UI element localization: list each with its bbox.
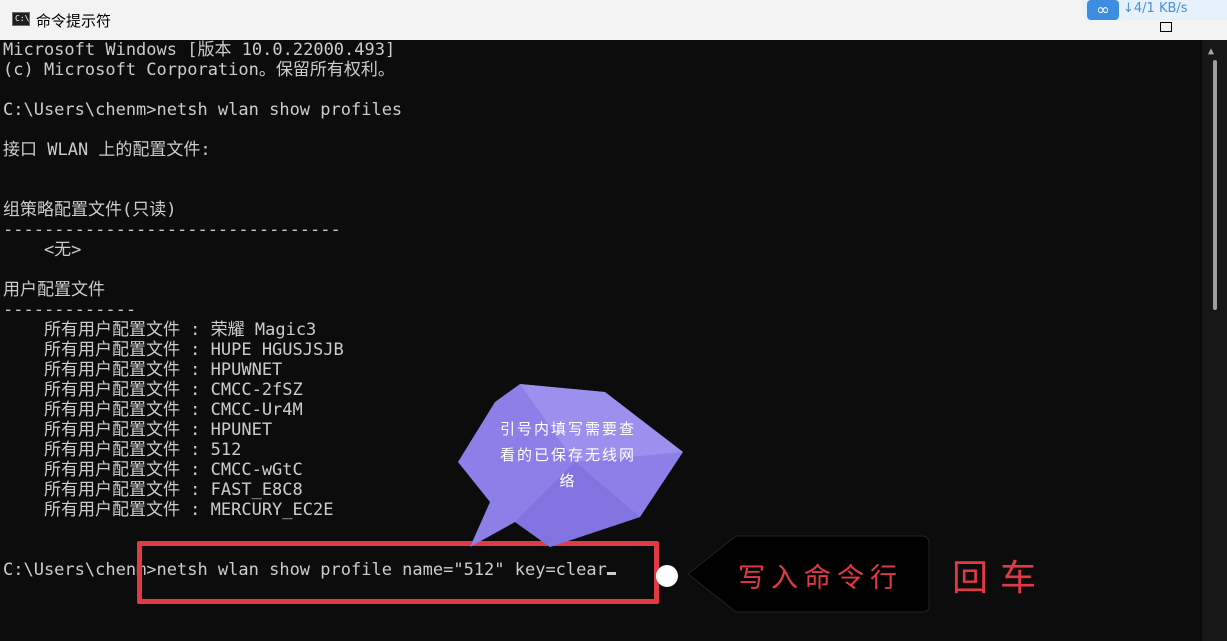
console-line: 接口 WLAN 上的配置文件: [3, 140, 211, 160]
scroll-thumb[interactable] [1213, 60, 1217, 310]
console-line: 组策略配置文件(只读) [3, 200, 177, 220]
callout-text: 引号内填写需要查看的已保存无线网络 [499, 420, 636, 490]
console-line: 所有用户配置文件 : HUPE HGUSJSJB [3, 340, 344, 360]
console-line: 所有用户配置文件 : CMCC-Ur4M [3, 400, 303, 420]
console-line: (c) Microsoft Corporation。保留所有权利。 [3, 60, 395, 80]
console-line: C:\Users\chenm>netsh wlan show profiles [3, 100, 403, 120]
console-line: ------------- [3, 300, 137, 320]
vertical-scrollbar[interactable]: ▲ [1202, 40, 1227, 641]
scroll-up-icon[interactable]: ▲ [1208, 46, 1214, 57]
write-command-label: 写入命令行 [738, 563, 903, 594]
console-line: 所有用户配置文件 : 512 [3, 440, 242, 460]
console-line: --------------------------------- [3, 220, 341, 240]
console-line: <无> [3, 240, 82, 260]
console-line: 所有用户配置文件 : 荣耀 Magic3 [3, 320, 317, 340]
enter-key-label: 回车 [952, 558, 1049, 599]
console-line: Microsoft Windows [版本 10.0.22000.493] [3, 40, 396, 60]
console-line: 所有用户配置文件 : FAST_E8C8 [3, 480, 303, 500]
maximize-icon[interactable] [1160, 22, 1172, 32]
connector-dot [656, 565, 678, 587]
cmd-app-icon: C:\ [12, 12, 30, 26]
network-speed-badge: ∞ ↓4/1 KB/s [1083, 0, 1227, 20]
network-speed-text: ↓4/1 KB/s [1123, 1, 1188, 16]
console-line: 所有用户配置文件 : MERCURY_EC2E [3, 500, 334, 520]
console-line: 所有用户配置文件 : CMCC-wGtC [3, 460, 303, 480]
console-line: 用户配置文件 [3, 280, 105, 300]
infinity-icon: ∞ [1087, 0, 1119, 20]
console-line: 所有用户配置文件 : HPUWNET [3, 360, 283, 380]
title-bar: C:\ 命令提示符 ∞ ↓4/1 KB/s [0, 0, 1227, 41]
console-line: 所有用户配置文件 : HPUNET [3, 420, 273, 440]
command-highlight-box [137, 541, 659, 604]
window-title: 命令提示符 [36, 12, 112, 30]
console-line: 所有用户配置文件 : CMCC-2fSZ [3, 380, 303, 400]
